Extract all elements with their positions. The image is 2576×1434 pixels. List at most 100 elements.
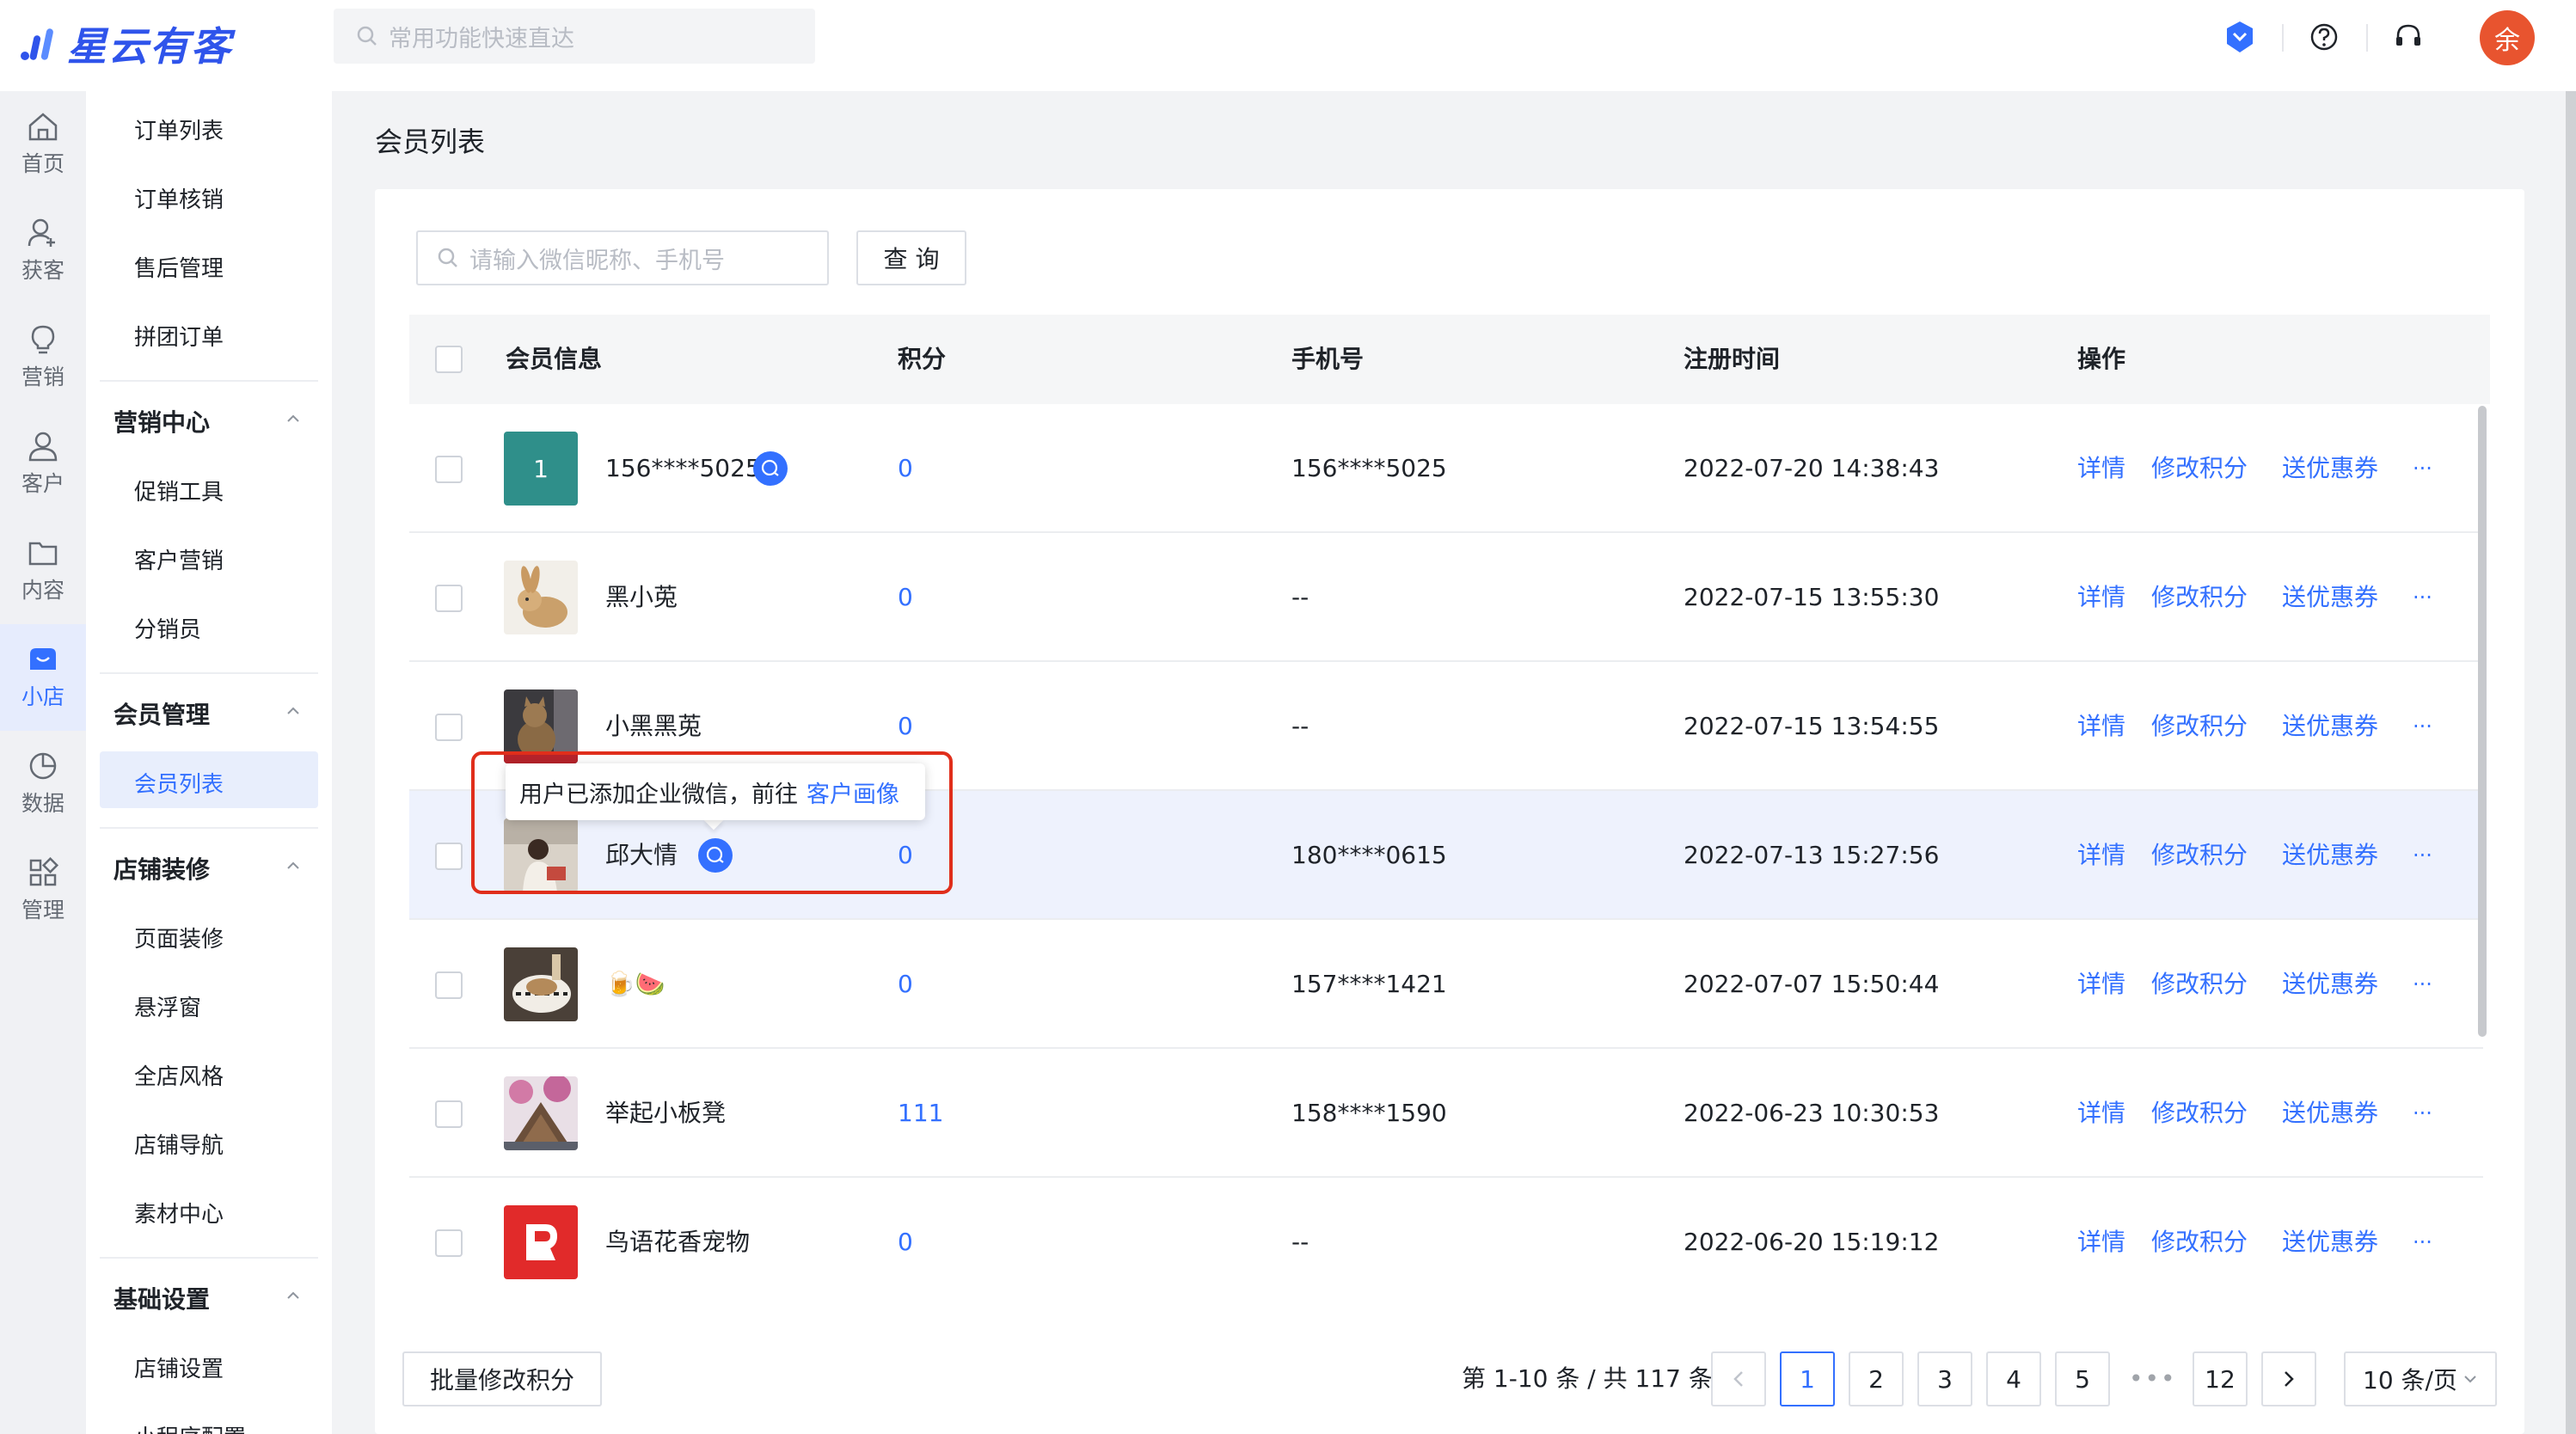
send-coupon-link[interactable]: 送优惠券	[2282, 1178, 2378, 1307]
rail-label: 营销	[21, 365, 64, 389]
member-points[interactable]: 111	[898, 1049, 943, 1178]
sidebar-group-marketing[interactable]: 营销中心	[113, 404, 210, 438]
row-checkbox[interactable]	[435, 1100, 463, 1128]
rail-item-acquire[interactable]: 获客	[0, 198, 86, 304]
row-checkbox[interactable]	[435, 714, 463, 741]
sidebar-group-basic[interactable]: 基础设置	[113, 1281, 210, 1315]
edit-points-link[interactable]: 修改积分	[2151, 920, 2248, 1049]
edit-points-link[interactable]: 修改积分	[2151, 533, 2248, 662]
wechat-chat-icon[interactable]	[753, 451, 788, 486]
chevron-up-icon[interactable]	[285, 1288, 301, 1303]
page-2-button[interactable]: 2	[1849, 1351, 1904, 1406]
more-actions-icon[interactable]: ···	[2413, 791, 2432, 920]
sidebar-item-assets[interactable]: 素材中心	[134, 1197, 224, 1229]
send-coupon-link[interactable]: 送优惠券	[2282, 791, 2378, 920]
sidebar-item-group-orders[interactable]: 拼团订单	[134, 320, 224, 352]
detail-link[interactable]: 详情	[2077, 1049, 2125, 1178]
sidebar-group-decor[interactable]: 店铺装修	[113, 851, 210, 886]
row-checkbox[interactable]	[435, 971, 463, 999]
register-time: 2022-06-20 15:19:12	[1684, 1228, 1940, 1256]
more-actions-icon[interactable]: ···	[2413, 404, 2432, 533]
sidebar-item-store-nav[interactable]: 店铺导航	[134, 1128, 224, 1160]
quick-search-input[interactable]: 常用功能快速直达	[334, 9, 815, 64]
rail-item-customer[interactable]: 客户	[0, 411, 86, 518]
more-actions-icon[interactable]: ···	[2413, 1178, 2432, 1307]
edit-points-link[interactable]: 修改积分	[2151, 1049, 2248, 1178]
member-search-input[interactable]: 请输入微信昵称、手机号	[416, 230, 829, 285]
sidebar-item-float-window[interactable]: 悬浮窗	[134, 990, 201, 1022]
page-4-button[interactable]: 4	[1986, 1351, 2041, 1406]
table-row: 举起小板凳 111 158****1590 2022-06-23 10:30:5…	[409, 1049, 2483, 1178]
rail-item-shop[interactable]: 小店	[0, 624, 86, 731]
chevron-up-icon[interactable]	[285, 703, 301, 719]
edit-points-link[interactable]: 修改积分	[2151, 1178, 2248, 1307]
app-logo[interactable]: 星云有客	[17, 15, 232, 72]
detail-link[interactable]: 详情	[2077, 1178, 2125, 1307]
page-scrollbar[interactable]	[2566, 91, 2576, 1434]
sidebar-item-member-list[interactable]: 会员列表	[134, 767, 224, 799]
sidebar-item-distributor[interactable]: 分销员	[134, 612, 201, 644]
rail-item-content[interactable]: 内容	[0, 518, 86, 624]
pagination-ellipsis[interactable]: •••	[2129, 1351, 2175, 1406]
page-5-button[interactable]: 5	[2055, 1351, 2110, 1406]
rail-item-manage[interactable]: 管理	[0, 837, 86, 944]
sidebar-item-order-list[interactable]: 订单列表	[134, 113, 224, 145]
headset-icon[interactable]	[2387, 15, 2430, 58]
send-coupon-link[interactable]: 送优惠券	[2282, 920, 2378, 1049]
sidebar-item-store-settings[interactable]: 店铺设置	[134, 1351, 224, 1383]
sidebar-item-customer-marketing[interactable]: 客户营销	[134, 543, 224, 575]
member-points[interactable]: 0	[898, 920, 913, 1049]
shield-icon[interactable]	[2218, 15, 2261, 58]
chevron-up-icon[interactable]	[285, 411, 301, 426]
send-coupon-link[interactable]: 送优惠券	[2282, 404, 2378, 533]
help-icon[interactable]	[2303, 15, 2346, 58]
sidebar-item-miniprogram-config[interactable]: 小程序配置	[134, 1420, 246, 1434]
page-size-select[interactable]: 10 条/页	[2344, 1351, 2497, 1406]
detail-link[interactable]: 详情	[2077, 920, 2125, 1049]
batch-edit-points-button[interactable]: 批量修改积分	[402, 1351, 602, 1406]
query-button[interactable]: 查 询	[856, 230, 966, 285]
edit-points-link[interactable]: 修改积分	[2151, 791, 2248, 920]
member-points[interactable]: 0	[898, 533, 913, 662]
member-points[interactable]: 0	[898, 1178, 913, 1307]
rail-item-data[interactable]: 数据	[0, 731, 86, 837]
send-coupon-link[interactable]: 送优惠券	[2282, 662, 2378, 791]
pie-chart-icon	[29, 752, 57, 780]
next-page-button[interactable]	[2261, 1351, 2316, 1406]
register-time: 2022-07-20 14:38:43	[1684, 454, 1940, 482]
page-1-button[interactable]: 1	[1780, 1351, 1835, 1406]
more-actions-icon[interactable]: ···	[2413, 662, 2432, 791]
rail-item-home[interactable]: 首页	[0, 91, 86, 198]
more-actions-icon[interactable]: ···	[2413, 533, 2432, 662]
member-points[interactable]: 0	[898, 404, 913, 533]
edit-points-link[interactable]: 修改积分	[2151, 662, 2248, 791]
detail-link[interactable]: 详情	[2077, 662, 2125, 791]
row-checkbox[interactable]	[435, 456, 463, 483]
prev-page-button[interactable]	[1711, 1351, 1766, 1406]
page-last-button[interactable]: 12	[2193, 1351, 2248, 1406]
sidebar-item-store-style[interactable]: 全店风格	[134, 1059, 224, 1091]
sidebar-item-order-verify[interactable]: 订单核销	[134, 182, 224, 214]
send-coupon-link[interactable]: 送优惠券	[2282, 1049, 2378, 1178]
select-all-checkbox[interactable]	[435, 346, 463, 373]
chevron-up-icon[interactable]	[285, 858, 301, 873]
sidebar-group-member[interactable]: 会员管理	[113, 696, 210, 731]
edit-points-link[interactable]: 修改积分	[2151, 404, 2248, 533]
rail-item-marketing[interactable]: 营销	[0, 304, 86, 411]
detail-link[interactable]: 详情	[2077, 404, 2125, 533]
detail-link[interactable]: 详情	[2077, 533, 2125, 662]
more-actions-icon[interactable]: ···	[2413, 920, 2432, 1049]
table-scrollbar[interactable]	[2478, 406, 2487, 1037]
row-checkbox[interactable]	[435, 843, 463, 870]
sidebar-item-after-sales[interactable]: 售后管理	[134, 251, 224, 283]
more-actions-icon[interactable]: ···	[2413, 1049, 2432, 1178]
user-avatar[interactable]: 余	[2480, 10, 2535, 65]
send-coupon-link[interactable]: 送优惠券	[2282, 533, 2378, 662]
row-checkbox[interactable]	[435, 1229, 463, 1257]
sidebar-item-promotion[interactable]: 促销工具	[134, 475, 224, 506]
row-checkbox[interactable]	[435, 585, 463, 612]
page-3-button[interactable]: 3	[1917, 1351, 1972, 1406]
detail-link[interactable]: 详情	[2077, 791, 2125, 920]
sidebar-item-page-decor[interactable]: 页面装修	[134, 922, 224, 953]
member-phone: --	[1291, 583, 1309, 611]
